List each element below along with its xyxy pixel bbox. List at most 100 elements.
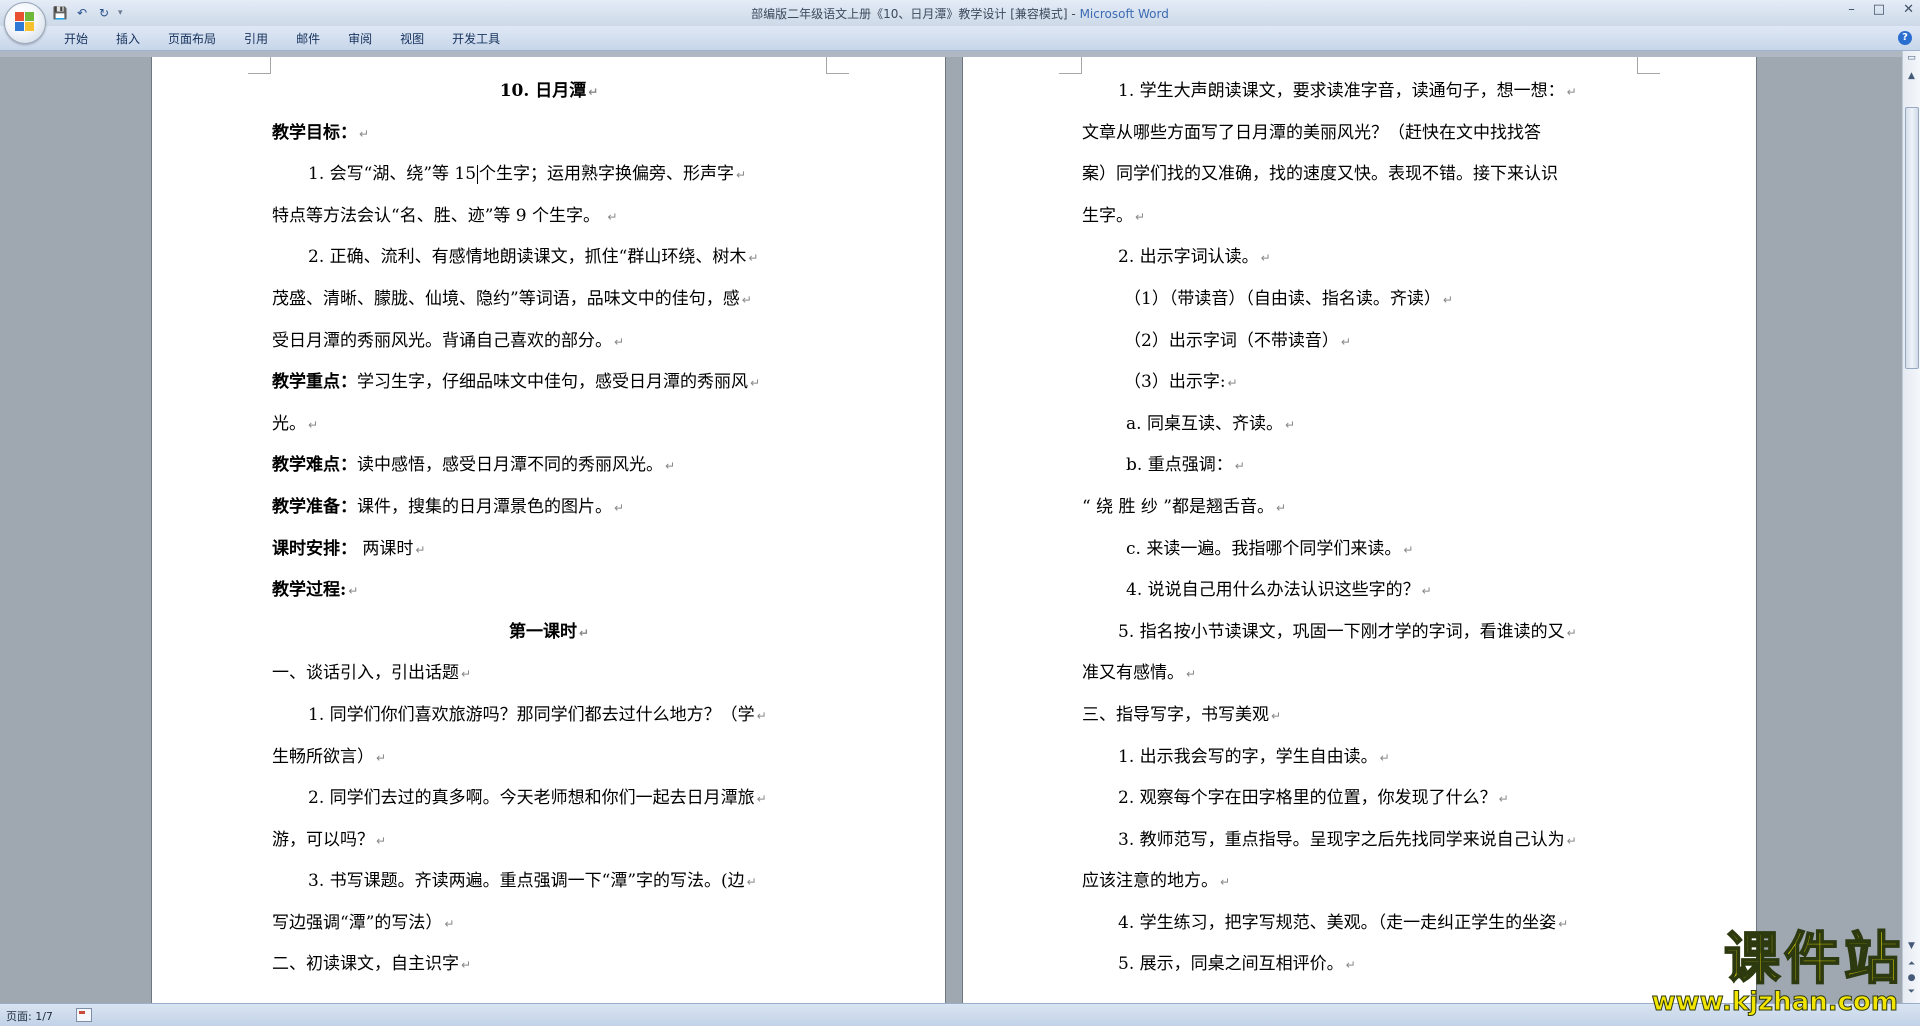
document-paragraph-line[interactable]: a. 同桌互读、齐读。 ↵	[1082, 404, 1638, 446]
ribbon-tab[interactable]: 开始	[50, 30, 102, 48]
document-paragraph-line[interactable]: 特点等方法会认“名、胜、迹”等 9 个生字。 ↵	[272, 196, 826, 238]
paragraph-mark-icon: ↵	[308, 417, 319, 432]
paragraph-mark-icon: ↵	[665, 459, 676, 474]
document-paragraph-line[interactable]: “ 绕 胜 纱 ”都是翘舌音。 ↵	[1082, 487, 1638, 529]
document-paragraph-line[interactable]: 生畅所欲言） ↵	[272, 737, 826, 779]
document-paragraph-line[interactable]: 文章从哪些方面写了日月潭的美丽风光？（赶快在文中找找答	[1082, 113, 1638, 155]
document-paragraph-line[interactable]: 教学过程: ↵	[272, 570, 826, 612]
macro-record-icon[interactable]	[76, 1008, 92, 1022]
ribbon-tab[interactable]: 插入	[102, 30, 154, 48]
scroll-up-icon[interactable]: ▲	[1904, 69, 1919, 84]
office-button[interactable]	[4, 2, 46, 44]
app-name: Microsoft Word	[1079, 7, 1169, 21]
document-paragraph-line[interactable]: 3. 书写课题。齐读两遍。重点强调一下“潭”字的写法。(边 ↵	[272, 861, 826, 903]
paragraph-mark-icon: ↵	[461, 958, 472, 973]
line-text: 应该注意的地方。	[1082, 871, 1218, 892]
paragraph-mark-icon: ↵	[1284, 417, 1296, 432]
paragraph-mark-icon: ↵	[1220, 875, 1231, 890]
document-paragraph-line[interactable]: 5. 展示，同桌之间互相评价。 ↵	[1082, 944, 1638, 986]
paragraph-mark-icon: ↵	[746, 875, 757, 890]
document-paragraph-line[interactable]: 课时安排： 两课时 ↵	[272, 529, 826, 571]
paragraph-mark-icon: ↵	[1566, 85, 1577, 99]
line-text: 准又有感情。	[1082, 663, 1184, 684]
ribbon-tab[interactable]: 页面布局	[154, 30, 230, 48]
ribbon-tab[interactable]: 审阅	[334, 30, 386, 48]
paragraph-mark-icon: ↵	[607, 209, 618, 224]
document-paragraph-line[interactable]: 教学重点：学习生字，仔细品味文中佳句，感受日月潭的秀丽风 ↵	[272, 362, 826, 404]
page-1-text[interactable]: 10. 日月潭 ↵ 教学目标： ↵ 1. 会写“湖、绕”等 15 个生字；运用熟字换偏旁、…	[272, 71, 826, 986]
paragraph-mark-icon: ↵	[1135, 209, 1146, 224]
document-paragraph-line[interactable]: c. 来读一遍。我指哪个同学们来读。 ↵	[1082, 529, 1638, 571]
window-controls: – □ ✕	[1848, 2, 1914, 17]
next-page-icon[interactable]: ⏷	[1904, 985, 1919, 1000]
document-page-1[interactable]: 10. 日月潭 ↵ 教学目标： ↵ 1. 会写“湖、绕”等 15 个生字；运用熟字换偏旁、…	[152, 57, 945, 1003]
help-icon[interactable]: ?	[1898, 31, 1912, 45]
document-paragraph-line[interactable]: 教学准备：课件，搜集的日月潭景色的图片。 ↵	[272, 487, 826, 529]
document-paragraph-line[interactable]: （1）（带读音）（自由读、指名读。齐读） ↵	[1082, 279, 1638, 321]
document-paragraph-line[interactable]: 受日月潭的秀丽风光。背诵自己喜欢的部分。 ↵	[272, 321, 826, 363]
previous-page-icon[interactable]: ⏶	[1904, 957, 1919, 972]
maximize-button[interactable]: □	[1873, 2, 1885, 17]
document-paragraph-line[interactable]: 2. 同学们去过的真多啊。今天老师想和你们一起去日月潭旅 ↵	[272, 778, 826, 820]
margin-corner-mark	[826, 57, 849, 74]
page-count-status[interactable]: 页面: 1/7	[6, 1008, 53, 1024]
document-paragraph-line[interactable]: 游，可以吗？ ↵	[272, 820, 826, 862]
scroll-thumb[interactable]	[1905, 107, 1919, 369]
ruler-toggle-icon[interactable]: ▭	[1904, 51, 1919, 66]
minimize-button[interactable]: –	[1848, 2, 1855, 17]
paragraph-mark-icon: ↵	[1566, 833, 1577, 848]
paragraph-mark-icon: ↵	[1558, 916, 1569, 931]
line-text: 写边强调“潭”的写法）	[272, 912, 443, 933]
document-paragraph-line[interactable]: 准又有感情。 ↵	[1082, 653, 1638, 695]
paragraph-mark-icon: ↵	[756, 792, 767, 807]
ribbon-tab[interactable]: 开发工具	[438, 30, 514, 48]
paragraph-mark-icon: ↵	[614, 500, 625, 515]
document-paragraph-line[interactable]: 1. 同学们你们喜欢旅游吗？那同学们都去过什么地方？（学 ↵	[272, 695, 826, 737]
document-paragraph-line[interactable]: 2. 出示字词认读。 ↵	[1082, 237, 1638, 279]
document-paragraph-line[interactable]: （2）出示字词（不带读音） ↵	[1082, 321, 1638, 363]
document-paragraph-line[interactable]: 教学难点：读中感悟，感受日月潭不同的秀丽风光。 ↵	[272, 445, 826, 487]
document-paragraph-line[interactable]: 案）同学们找的又准确，找的速度又快。表现不错。接下来认识	[1082, 154, 1638, 196]
document-paragraph-line[interactable]: 1. 学生大声朗读课文，要求读准字音，读通句子，想一想： ↵	[1082, 71, 1638, 113]
vertical-scrollbar[interactable]: ▭ ▲ ▼ ⏶ ● ⏷	[1902, 51, 1920, 1003]
document-paragraph-line[interactable]: 应该注意的地方。 ↵	[1082, 861, 1638, 903]
document-paragraph-line[interactable]: 三、指导写字，书写美观 ↵	[1082, 695, 1638, 737]
document-paragraph-line[interactable]: 4. 说说自己用什么办法认识这些字的？ ↵	[1082, 570, 1638, 612]
close-button[interactable]: ✕	[1903, 2, 1914, 17]
document-paragraph-line[interactable]: 一、谈话引入，引出话题 ↵	[272, 653, 826, 695]
scroll-down-icon[interactable]: ▼	[1904, 939, 1919, 954]
document-paragraph-line[interactable]: 茂盛、清晰、朦胧、仙境、隐约”等词语，品味文中的佳句，感 ↵	[272, 279, 826, 321]
ribbon-tab[interactable]: 视图	[386, 30, 438, 48]
document-paragraph-line[interactable]: b. 重点强调： ↵	[1082, 445, 1638, 487]
paragraph-mark-icon: ↵	[461, 667, 472, 682]
office-logo-icon	[15, 12, 35, 32]
ribbon-tab[interactable]: 邮件	[282, 30, 334, 48]
ribbon-tab[interactable]: 引用	[230, 30, 282, 48]
section-label: 教学目标：	[272, 122, 357, 143]
document-heading[interactable]: 第一课时 ↵	[272, 612, 826, 654]
document-paragraph-line[interactable]: 2. 观察每个字在田字格里的位置，你发现了什么？ ↵	[1082, 778, 1638, 820]
document-paragraph-line[interactable]: 5. 指名按小节读课文，巩固一下刚才学的字词，看谁读的又 ↵	[1082, 612, 1638, 654]
document-paragraph-line[interactable]: 4. 学生练习，把字写规范、美观。（走一走纠正学生的坐姿 ↵	[1082, 903, 1638, 945]
line-text: 二、初读课文，自主识字	[272, 954, 459, 975]
document-paragraph-line[interactable]: 二、初读课文，自主识字 ↵	[272, 944, 826, 986]
select-browse-object-icon[interactable]: ●	[1904, 971, 1919, 986]
watermark-logo: 课件站 www.kjzhan.com	[1651, 929, 1904, 1017]
document-paragraph-line[interactable]: 1. 出示我会写的字，学生自由读。 ↵	[1082, 737, 1638, 779]
document-paragraph-line[interactable]: 光。 ↵	[272, 404, 826, 446]
page-2-text[interactable]: 1. 学生大声朗读课文，要求读准字音，读通句子，想一想： ↵ 文章从哪些方面写了日月…	[1082, 71, 1638, 986]
document-heading[interactable]: 10. 日月潭 ↵	[272, 71, 826, 113]
document-paragraph-line[interactable]: 3. 教师范写，重点指导。呈现字之后先找同学来说自己认为 ↵	[1082, 820, 1638, 862]
document-paragraph-line[interactable]: 教学目标： ↵	[272, 113, 826, 155]
line-text: 2. 正确、流利、有感情地朗读课文，抓住“群山环绕、树木	[308, 247, 747, 268]
document-paragraph-line[interactable]: 2. 正确、流利、有感情地朗读课文，抓住“群山环绕、树木 ↵	[272, 237, 826, 279]
line-text: （1）（带读音）（自由读、指名读。齐读）	[1124, 288, 1441, 309]
document-paragraph-line[interactable]: 1. 会写“湖、绕”等 15 个生字；运用熟字换偏旁、形声字 ↵	[272, 154, 826, 196]
document-page-2[interactable]: 1. 学生大声朗读课文，要求读准字音，读通句子，想一想： ↵ 文章从哪些方面写了日月…	[963, 57, 1756, 1003]
margin-corner-mark	[1059, 57, 1082, 74]
document-paragraph-line[interactable]: （3）出示字: ↵	[1082, 362, 1638, 404]
paragraph-mark-icon: ↵	[736, 168, 747, 183]
line-text: 4. 说说自己用什么办法认识这些字的？	[1126, 580, 1420, 601]
document-paragraph-line[interactable]: 生字。 ↵	[1082, 196, 1638, 238]
document-paragraph-line[interactable]: 写边强调“潭”的写法） ↵	[272, 903, 826, 945]
